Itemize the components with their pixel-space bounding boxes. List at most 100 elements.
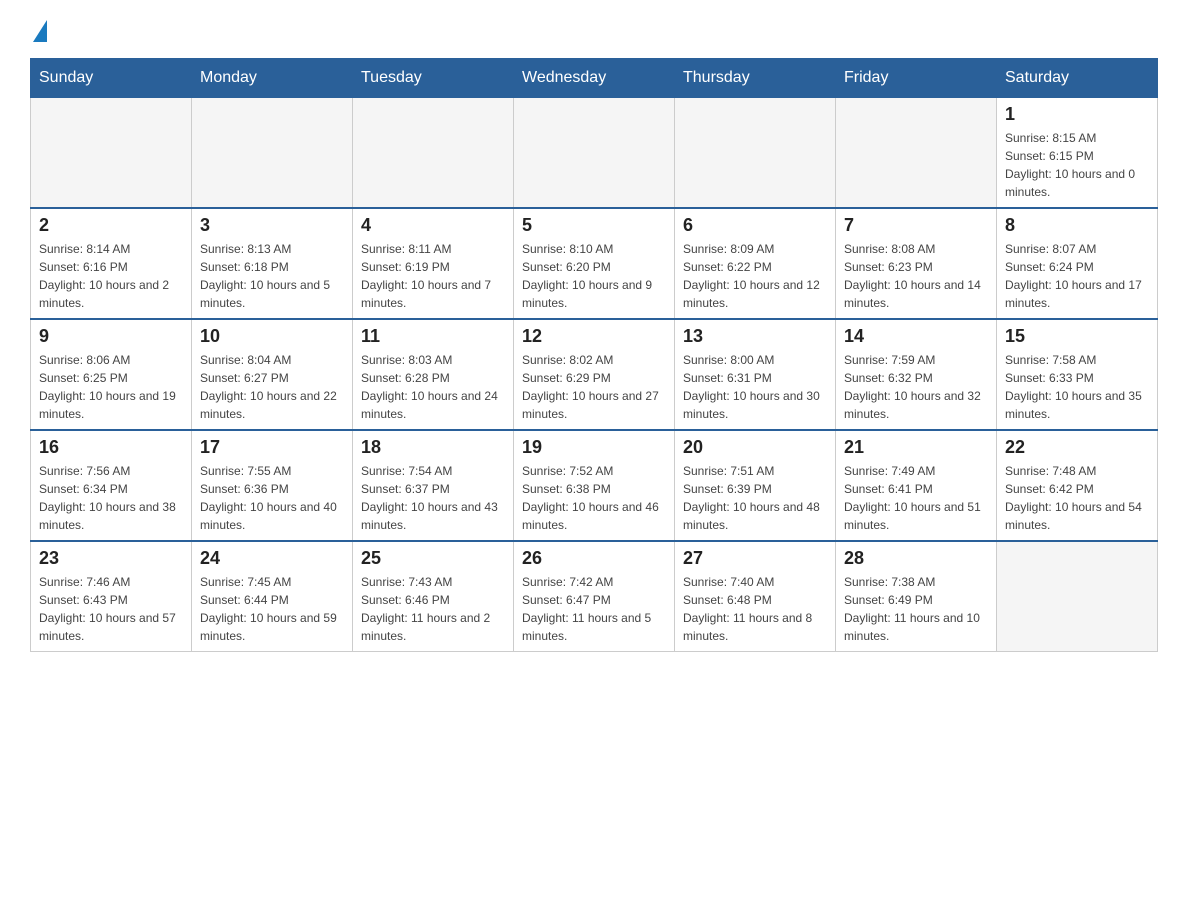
calendar-cell: 1Sunrise: 8:15 AMSunset: 6:15 PMDaylight… (997, 98, 1158, 209)
day-info: Sunrise: 7:48 AMSunset: 6:42 PMDaylight:… (1005, 462, 1149, 534)
calendar-week-row: 2 Sunrise: 8:14 AMSunset: 6:16 PMDaylight… (31, 208, 1158, 319)
day-info: Sunrise: 7:46 AMSunset: 6:43 PMDaylight:… (39, 573, 183, 645)
calendar-cell: 26 Sunrise: 7:42 AMSunset: 6:47 PMDayligh… (514, 541, 675, 652)
calendar-header-row: SundayMondayTuesdayWednesdayThursdayFrid… (31, 59, 1158, 98)
day-info: Sunrise: 7:51 AMSunset: 6:39 PMDaylight:… (683, 462, 827, 534)
calendar-cell: 16 Sunrise: 7:56 AMSunset: 6:34 PMDayligh… (31, 430, 192, 541)
calendar-cell: 15 Sunrise: 7:58 AMSunset: 6:33 PMDayligh… (997, 319, 1158, 430)
day-number: 20 (683, 437, 827, 458)
day-number: 5 (522, 215, 666, 236)
day-number: 19 (522, 437, 666, 458)
day-number: 26 (522, 548, 666, 569)
calendar-cell: 22 Sunrise: 7:48 AMSunset: 6:42 PMDayligh… (997, 430, 1158, 541)
day-info: Sunrise: 8:00 AMSunset: 6:31 PMDaylight:… (683, 351, 827, 423)
day-info: Sunrise: 7:38 AMSunset: 6:49 PMDaylight:… (844, 573, 988, 645)
calendar-cell: 20 Sunrise: 7:51 AMSunset: 6:39 PMDayligh… (675, 430, 836, 541)
calendar-cell (675, 98, 836, 209)
day-number: 11 (361, 326, 505, 347)
calendar-cell: 13 Sunrise: 8:00 AMSunset: 6:31 PMDayligh… (675, 319, 836, 430)
calendar-cell (997, 541, 1158, 652)
weekday-header: Monday (192, 59, 353, 98)
day-number: 10 (200, 326, 344, 347)
calendar-cell: 4 Sunrise: 8:11 AMSunset: 6:19 PMDaylight… (353, 208, 514, 319)
day-number: 16 (39, 437, 183, 458)
day-info: Sunrise: 7:54 AMSunset: 6:37 PMDaylight:… (361, 462, 505, 534)
day-info: Sunrise: 7:56 AMSunset: 6:34 PMDaylight:… (39, 462, 183, 534)
weekday-header: Saturday (997, 59, 1158, 98)
day-info: Sunrise: 7:52 AMSunset: 6:38 PMDaylight:… (522, 462, 666, 534)
calendar-table: SundayMondayTuesdayWednesdayThursdayFrid… (30, 58, 1158, 652)
day-info: Sunrise: 7:49 AMSunset: 6:41 PMDaylight:… (844, 462, 988, 534)
calendar-cell (192, 98, 353, 209)
calendar-cell: 7 Sunrise: 8:08 AMSunset: 6:23 PMDaylight… (836, 208, 997, 319)
weekday-header: Wednesday (514, 59, 675, 98)
day-number: 28 (844, 548, 988, 569)
day-number: 21 (844, 437, 988, 458)
day-info: Sunrise: 7:43 AMSunset: 6:46 PMDaylight:… (361, 573, 505, 645)
calendar-cell: 12 Sunrise: 8:02 AMSunset: 6:29 PMDayligh… (514, 319, 675, 430)
calendar-week-row: 9 Sunrise: 8:06 AMSunset: 6:25 PMDaylight… (31, 319, 1158, 430)
day-info: Sunrise: 8:11 AMSunset: 6:19 PMDaylight:… (361, 240, 505, 312)
calendar-cell: 9 Sunrise: 8:06 AMSunset: 6:25 PMDaylight… (31, 319, 192, 430)
day-number: 12 (522, 326, 666, 347)
calendar-cell (353, 98, 514, 209)
weekday-header: Sunday (31, 59, 192, 98)
day-info: Sunrise: 8:08 AMSunset: 6:23 PMDaylight:… (844, 240, 988, 312)
day-info: Sunrise: 7:45 AMSunset: 6:44 PMDaylight:… (200, 573, 344, 645)
calendar-cell: 24 Sunrise: 7:45 AMSunset: 6:44 PMDayligh… (192, 541, 353, 652)
day-number: 27 (683, 548, 827, 569)
day-info: Sunrise: 8:04 AMSunset: 6:27 PMDaylight:… (200, 351, 344, 423)
calendar-cell: 27 Sunrise: 7:40 AMSunset: 6:48 PMDayligh… (675, 541, 836, 652)
day-info: Sunrise: 7:58 AMSunset: 6:33 PMDaylight:… (1005, 351, 1149, 423)
calendar-week-row: 1Sunrise: 8:15 AMSunset: 6:15 PMDaylight… (31, 98, 1158, 209)
day-number: 15 (1005, 326, 1149, 347)
calendar-cell: 23Sunrise: 7:46 AMSunset: 6:43 PMDayligh… (31, 541, 192, 652)
day-info: Sunrise: 8:09 AMSunset: 6:22 PMDaylight:… (683, 240, 827, 312)
calendar-cell: 2 Sunrise: 8:14 AMSunset: 6:16 PMDaylight… (31, 208, 192, 319)
weekday-header: Thursday (675, 59, 836, 98)
day-number: 2 (39, 215, 183, 236)
calendar-cell: 11Sunrise: 8:03 AMSunset: 6:28 PMDayligh… (353, 319, 514, 430)
calendar-cell (31, 98, 192, 209)
calendar-cell: 18 Sunrise: 7:54 AMSunset: 6:37 PMDayligh… (353, 430, 514, 541)
day-number: 22 (1005, 437, 1149, 458)
day-info: Sunrise: 7:40 AMSunset: 6:48 PMDaylight:… (683, 573, 827, 645)
day-number: 8 (1005, 215, 1149, 236)
day-number: 7 (844, 215, 988, 236)
day-number: 25 (361, 548, 505, 569)
calendar-cell: 21 Sunrise: 7:49 AMSunset: 6:41 PMDayligh… (836, 430, 997, 541)
day-info: Sunrise: 8:06 AMSunset: 6:25 PMDaylight:… (39, 351, 183, 423)
day-info: Sunrise: 8:13 AMSunset: 6:18 PMDaylight:… (200, 240, 344, 312)
day-info: Sunrise: 8:14 AMSunset: 6:16 PMDaylight:… (39, 240, 183, 312)
day-number: 9 (39, 326, 183, 347)
day-number: 17 (200, 437, 344, 458)
calendar-cell: 6 Sunrise: 8:09 AMSunset: 6:22 PMDaylight… (675, 208, 836, 319)
day-number: 13 (683, 326, 827, 347)
page-header (30, 20, 1158, 40)
logo-triangle-icon (33, 20, 47, 42)
day-number: 4 (361, 215, 505, 236)
calendar-cell: 19 Sunrise: 7:52 AMSunset: 6:38 PMDayligh… (514, 430, 675, 541)
calendar-cell: 28 Sunrise: 7:38 AMSunset: 6:49 PMDayligh… (836, 541, 997, 652)
calendar-cell: 5 Sunrise: 8:10 AMSunset: 6:20 PMDaylight… (514, 208, 675, 319)
calendar-cell: 8 Sunrise: 8:07 AMSunset: 6:24 PMDaylight… (997, 208, 1158, 319)
weekday-header: Tuesday (353, 59, 514, 98)
day-info: Sunrise: 8:07 AMSunset: 6:24 PMDaylight:… (1005, 240, 1149, 312)
calendar-cell: 17 Sunrise: 7:55 AMSunset: 6:36 PMDayligh… (192, 430, 353, 541)
day-number: 3 (200, 215, 344, 236)
calendar-cell: 14Sunrise: 7:59 AMSunset: 6:32 PMDayligh… (836, 319, 997, 430)
calendar-week-row: 16 Sunrise: 7:56 AMSunset: 6:34 PMDayligh… (31, 430, 1158, 541)
calendar-cell: 10 Sunrise: 8:04 AMSunset: 6:27 PMDayligh… (192, 319, 353, 430)
day-info: Sunrise: 7:55 AMSunset: 6:36 PMDaylight:… (200, 462, 344, 534)
day-info: Sunrise: 8:10 AMSunset: 6:20 PMDaylight:… (522, 240, 666, 312)
calendar-cell (836, 98, 997, 209)
day-info: Sunrise: 7:42 AMSunset: 6:47 PMDaylight:… (522, 573, 666, 645)
day-number: 24 (200, 548, 344, 569)
day-info: Sunrise: 7:59 AMSunset: 6:32 PMDaylight:… (844, 351, 988, 423)
calendar-week-row: 23Sunrise: 7:46 AMSunset: 6:43 PMDayligh… (31, 541, 1158, 652)
day-info: Sunrise: 8:02 AMSunset: 6:29 PMDaylight:… (522, 351, 666, 423)
calendar-cell (514, 98, 675, 209)
day-number: 6 (683, 215, 827, 236)
day-number: 18 (361, 437, 505, 458)
weekday-header: Friday (836, 59, 997, 98)
